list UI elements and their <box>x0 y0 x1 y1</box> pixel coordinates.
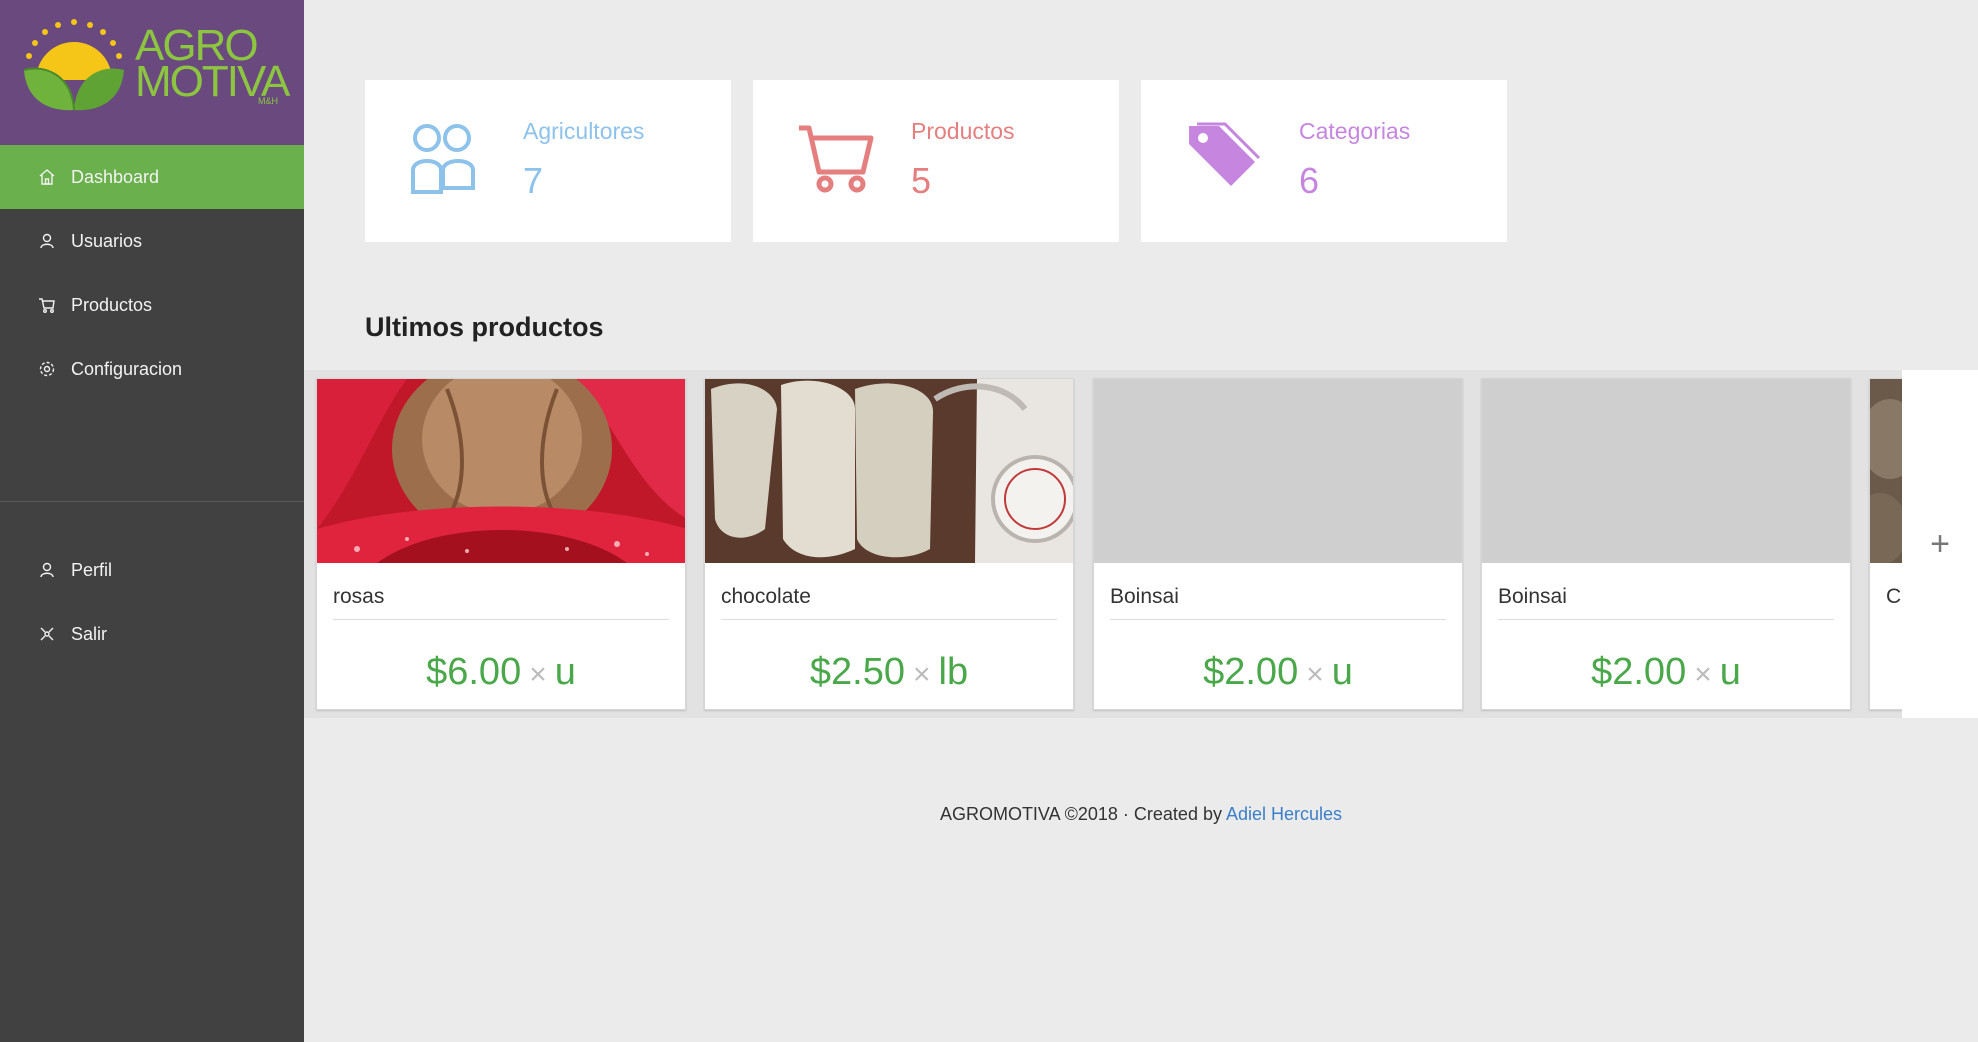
sidebar-item-dashboard[interactable]: Dashboard <box>0 145 304 209</box>
brand-wordmark: AGRO MOTIVA <box>135 24 290 106</box>
sidebar-item-label: Usuarios <box>71 230 143 251</box>
image-placeholder <box>1094 379 1462 563</box>
product-price: $2.50 × lb <box>705 651 1073 694</box>
price-amount: $2.50 <box>809 651 905 693</box>
logout-icon <box>38 625 56 643</box>
sidebar-item-label: Configuracion <box>71 358 183 379</box>
stat-value: 5 <box>911 160 932 201</box>
divider <box>1110 619 1446 620</box>
product-name: rosas <box>333 585 385 608</box>
brand-logo[interactable]: AGRO MOTIVA M&H <box>0 0 304 145</box>
sidebar-item-configuracion[interactable]: Configuracion <box>0 337 304 401</box>
user-icon <box>38 561 56 579</box>
home-icon <box>38 168 56 186</box>
cart-icon <box>799 125 874 193</box>
stat-card-agricultores[interactable]: Agricultores 7 <box>365 80 731 242</box>
product-card-boinsai-2[interactable]: Boinsai $2.00 × u <box>1481 378 1851 710</box>
divider <box>721 619 1057 620</box>
stat-value: 6 <box>1299 160 1320 201</box>
times-sign: × <box>912 658 931 691</box>
image-placeholder <box>1482 379 1850 563</box>
price-amount: $2.00 <box>1591 651 1687 693</box>
user-icon <box>38 232 56 250</box>
times-sign: × <box>1694 658 1712 691</box>
price-unit: lb <box>938 651 969 693</box>
times-sign: × <box>529 658 547 691</box>
product-price: $2.00 × u <box>1482 651 1850 694</box>
sidebar-item-label: Perfil <box>71 559 113 580</box>
sidebar-item-perfil[interactable]: Perfil <box>0 538 304 602</box>
sidebar-item-label: Productos <box>71 294 153 315</box>
sidebar: AGRO MOTIVA M&H Dashboard Usuarios Produ… <box>0 0 304 1042</box>
agromotiva-logo-icon <box>23 19 124 111</box>
stat-card-productos[interactable]: Productos 5 <box>753 80 1119 242</box>
product-name: Boinsai <box>1110 585 1179 608</box>
section-title: Ultimos productos <box>365 312 604 342</box>
stat-label: Agricultores <box>523 118 645 144</box>
brand-suffix: M&H <box>258 96 278 106</box>
sidebar-divider <box>0 501 304 502</box>
divider <box>333 619 669 620</box>
product-card-rosas[interactable]: rosas $6.00 × u <box>316 378 686 710</box>
sidebar-item-salir[interactable]: Salir <box>0 602 304 666</box>
sidebar-item-productos[interactable]: Productos <box>0 273 304 337</box>
cart-icon <box>38 296 56 314</box>
price-amount: $2.00 <box>1203 651 1299 693</box>
sidebar-item-label: Salir <box>71 623 108 644</box>
price-unit: u <box>554 651 576 693</box>
stat-label: Categorias <box>1299 118 1411 144</box>
gear-icon <box>38 360 56 378</box>
app-root: AGRO MOTIVA M&H Dashboard Usuarios Produ… <box>0 0 1978 1042</box>
users-icon <box>411 124 475 194</box>
footer-author-link[interactable]: Adiel Hercules <box>1226 804 1342 824</box>
footer-text: AGROMOTIVA ©2018 · Created by <box>939 804 1222 824</box>
brand-line-2: MOTIVA <box>135 57 290 106</box>
stat-card-categorias[interactable]: Categorias 6 <box>1141 80 1507 242</box>
add-product-button[interactable]: + <box>1902 370 1978 718</box>
tag-icon <box>1189 122 1261 186</box>
divider <box>1498 619 1834 620</box>
price-amount: $6.00 <box>426 651 522 693</box>
footer: AGROMOTIVA ©2018 · Created by Adiel Herc… <box>304 804 1978 825</box>
bags-photo <box>705 379 1073 563</box>
product-carousel[interactable]: rosas $6.00 × u chocolate $2.50 × lb Boi… <box>304 370 1978 718</box>
price-unit: u <box>1331 651 1353 693</box>
product-name: chocolate <box>721 585 811 608</box>
product-name: Boinsai <box>1498 585 1567 608</box>
rose-photo <box>317 379 685 563</box>
price-unit: u <box>1719 651 1741 693</box>
product-name: C <box>1886 585 1902 608</box>
product-card-boinsai[interactable]: Boinsai $2.00 × u <box>1093 378 1463 710</box>
sidebar-item-label: Dashboard <box>71 166 160 187</box>
product-card-chocolate[interactable]: chocolate $2.50 × lb <box>704 378 1074 710</box>
product-price: $2.00 × u <box>1094 651 1462 694</box>
product-price: $6.00 × u <box>317 651 685 694</box>
times-sign: × <box>1306 658 1324 691</box>
stat-label: Productos <box>911 118 1015 144</box>
stat-value: 7 <box>523 160 544 201</box>
sidebar-item-usuarios[interactable]: Usuarios <box>0 209 304 273</box>
